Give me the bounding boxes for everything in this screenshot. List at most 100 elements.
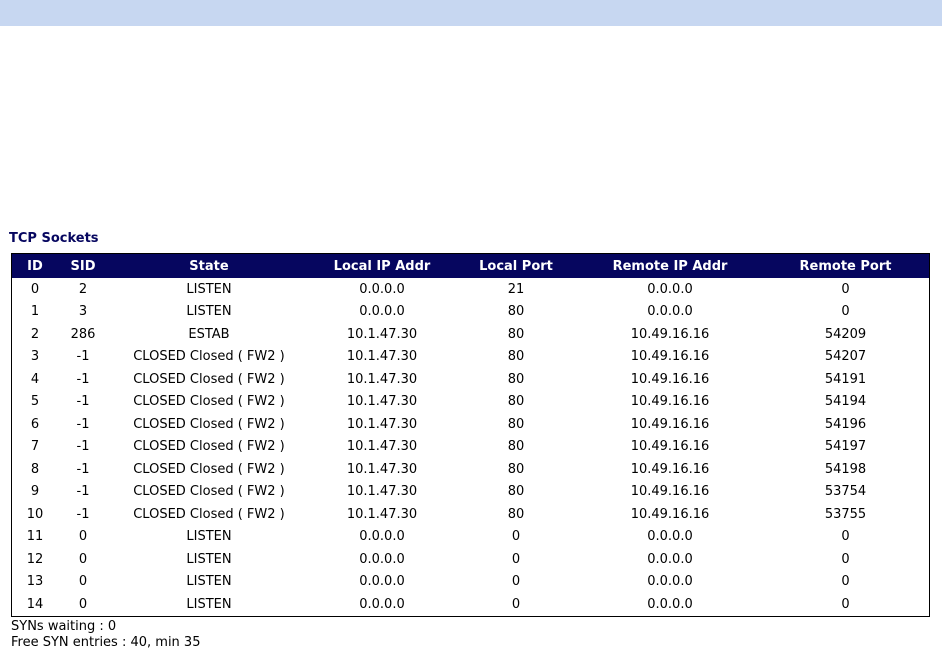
cell-id: 0 [30, 281, 40, 297]
cell-local-port: 80 [507, 326, 525, 342]
cell-local-ip: 0.0.0.0 [359, 281, 405, 297]
cell-remote-ip: 10.49.16.16 [630, 461, 710, 477]
cell-remote-ip: 10.49.16.16 [630, 506, 710, 522]
cell-local-ip: 10.1.47.30 [346, 461, 418, 477]
cell-remote-ip: 0.0.0.0 [647, 304, 693, 320]
cell-id: 8 [30, 461, 40, 477]
cell-id: 10 [26, 506, 44, 522]
cell-local-ip: 10.1.47.30 [346, 439, 418, 455]
cell-sid: -1 [76, 416, 90, 432]
cell-remote-ip: 10.49.16.16 [630, 439, 710, 455]
cell-remote-port: 0 [841, 551, 850, 567]
cell-local-ip: 0.0.0.0 [359, 529, 405, 545]
cell-local-ip: 10.1.47.30 [346, 394, 418, 410]
syns-waiting-text: SYNs waiting : 0 [11, 619, 117, 634]
cell-id: 11 [26, 529, 44, 545]
cell-local-port: 80 [507, 506, 525, 522]
column-header-local-port: Local Port [454, 254, 578, 278]
cell-local-port: 80 [507, 349, 525, 365]
cell-sid: -1 [76, 506, 90, 522]
column-header-local-ip: Local IP Addr [310, 254, 454, 278]
cell-id: 5 [30, 394, 40, 410]
cell-remote-port: 53755 [824, 506, 867, 522]
table-row: 14 0 LISTEN 0.0.0.0 0 0.0.0.0 0 [12, 593, 929, 616]
cell-sid: -1 [76, 394, 90, 410]
top-banner-bar [0, 0, 942, 26]
cell-id: 12 [26, 551, 44, 567]
cell-sid: 0 [78, 574, 88, 590]
cell-local-ip: 0.0.0.0 [359, 574, 405, 590]
table-row: 12 0 LISTEN 0.0.0.0 0 0.0.0.0 0 [12, 548, 929, 571]
cell-remote-port: 0 [841, 529, 850, 545]
cell-id: 9 [30, 484, 40, 500]
cell-id: 7 [30, 439, 40, 455]
cell-local-port: 80 [507, 439, 525, 455]
cell-id: 6 [30, 416, 40, 432]
cell-local-port: 80 [507, 304, 525, 320]
cell-sid: 0 [78, 529, 88, 545]
cell-local-port: 0 [511, 596, 521, 612]
cell-state: LISTEN [186, 596, 232, 612]
cell-state: CLOSED Closed ( FW2 ) [133, 506, 285, 522]
cell-remote-ip: 10.49.16.16 [630, 416, 710, 432]
cell-state: LISTEN [186, 529, 232, 545]
cell-sid: -1 [76, 439, 90, 455]
cell-local-ip: 10.1.47.30 [346, 484, 418, 500]
cell-id: 3 [30, 349, 40, 365]
table-row: 9 -1 CLOSED Closed ( FW2 ) 10.1.47.30 80 10.4… [12, 481, 929, 504]
cell-sid: -1 [76, 349, 90, 365]
cell-local-ip: 10.1.47.30 [346, 349, 418, 365]
syn-status-footer: SYNs waiting : 0 Free SYN entries : 40, … [11, 619, 200, 651]
cell-remote-port: 53754 [824, 484, 867, 500]
table-row: 6 -1 CLOSED Closed ( FW2 ) 10.1.47.30 80 10.4… [12, 413, 929, 436]
cell-state: CLOSED Closed ( FW2 ) [133, 439, 285, 455]
cell-id: 2 [30, 326, 40, 342]
cell-local-ip: 10.1.47.30 [346, 371, 418, 387]
cell-state: CLOSED Closed ( FW2 ) [133, 484, 285, 500]
cell-remote-ip: 0.0.0.0 [647, 574, 693, 590]
cell-remote-port: 0 [841, 574, 850, 590]
cell-remote-ip: 10.49.16.16 [630, 326, 710, 342]
cell-remote-port: 54207 [824, 349, 867, 365]
cell-local-port: 80 [507, 394, 525, 410]
cell-remote-port: 54194 [824, 394, 867, 410]
free-syn-entries-text: Free SYN entries : 40, min 35 [11, 635, 201, 650]
cell-local-port: 0 [511, 551, 521, 567]
cell-local-port: 80 [507, 484, 525, 500]
cell-id: 4 [30, 371, 40, 387]
cell-state: CLOSED Closed ( FW2 ) [133, 349, 285, 365]
cell-local-port: 0 [511, 574, 521, 590]
cell-state: LISTEN [186, 574, 232, 590]
cell-local-port: 80 [507, 371, 525, 387]
cell-state: LISTEN [186, 281, 232, 297]
cell-id: 14 [26, 596, 44, 612]
cell-local-ip: 0.0.0.0 [359, 551, 405, 567]
cell-id: 1 [30, 304, 40, 320]
column-header-id: ID [12, 254, 58, 278]
tcp-sockets-table-container: ID SID State Local IP Addr Local Port Re… [11, 253, 930, 617]
cell-remote-port: 54198 [824, 461, 867, 477]
cell-sid: 3 [78, 304, 88, 320]
cell-remote-ip: 10.49.16.16 [630, 349, 710, 365]
cell-state: CLOSED Closed ( FW2 ) [133, 461, 285, 477]
table-row: 4 -1 CLOSED Closed ( FW2 ) 10.1.47.30 80 10.4… [12, 368, 929, 391]
cell-state: CLOSED Closed ( FW2 ) [133, 371, 285, 387]
column-header-remote-ip: Remote IP Addr [578, 254, 762, 278]
table-row: 3 -1 CLOSED Closed ( FW2 ) 10.1.47.30 80 10.4… [12, 346, 929, 369]
table-header-row: ID SID State Local IP Addr Local Port Re… [12, 254, 929, 278]
cell-remote-port: 54191 [824, 371, 867, 387]
cell-sid: 0 [78, 596, 88, 612]
table-row: 13 0 LISTEN 0.0.0.0 0 0.0.0.0 0 [12, 571, 929, 594]
table-row: 10 -1 CLOSED Closed ( FW2 ) 10.1.47.30 80 10.… [12, 503, 929, 526]
cell-sid: 286 [70, 326, 96, 342]
cell-sid: -1 [76, 461, 90, 477]
cell-sid: -1 [76, 371, 90, 387]
table-row: 11 0 LISTEN 0.0.0.0 0 0.0.0.0 0 [12, 526, 929, 549]
cell-remote-ip: 0.0.0.0 [647, 596, 693, 612]
cell-remote-port: 54196 [824, 416, 867, 432]
cell-local-port: 80 [507, 416, 525, 432]
table-row: 1 3 LISTEN 0.0.0.0 80 0.0.0.0 0 [12, 301, 929, 324]
cell-remote-ip: 10.49.16.16 [630, 484, 710, 500]
cell-local-ip: 0.0.0.0 [359, 596, 405, 612]
section-title: TCP Sockets [9, 231, 99, 246]
